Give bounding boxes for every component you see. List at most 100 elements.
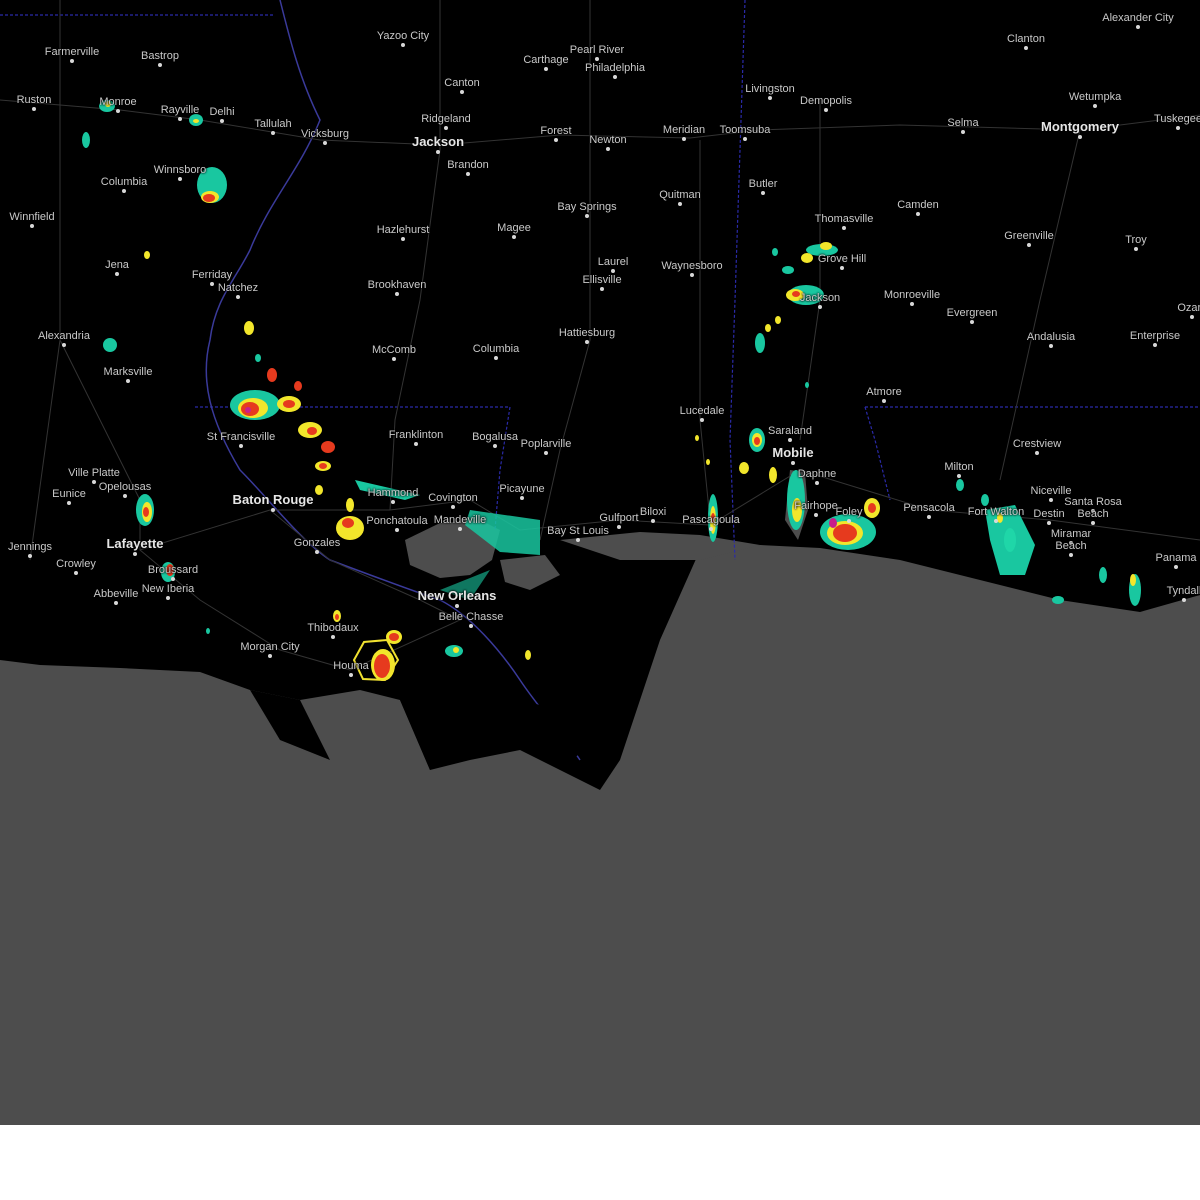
city-label: Natchez [217, 282, 259, 294]
city-label: New Iberia [141, 583, 195, 595]
city-marker [791, 461, 795, 465]
city-label: Rayville [160, 104, 200, 116]
city-label: Butler [748, 178, 778, 190]
city-label: Carthage [523, 54, 569, 66]
city-marker [611, 269, 615, 273]
city-label: Jackson [799, 292, 841, 304]
city-label: Greenville [1004, 230, 1054, 242]
city-marker [520, 496, 524, 500]
city-marker [761, 191, 765, 195]
city-marker [970, 320, 974, 324]
city-label: Bay St Louis [547, 525, 609, 537]
city-marker [92, 480, 96, 484]
city-label: Gulfport [599, 512, 639, 524]
radar-map[interactable]: Farmerville Bastrop Yazoo City Carthage Pear… [0, 0, 1200, 1125]
city-marker [788, 438, 792, 442]
city-label: Alexander City [1102, 12, 1174, 24]
city-label: Thibodaux [307, 622, 359, 634]
city-label: Columbia [100, 176, 148, 188]
city-marker [458, 527, 462, 531]
city-marker [494, 356, 498, 360]
city-label: Baton Rouge [232, 492, 314, 507]
city-label: Fort Walton [967, 506, 1025, 518]
city-marker [171, 577, 175, 581]
city-marker [1047, 521, 1051, 525]
city-label: Selma [947, 117, 979, 129]
city-marker [1136, 25, 1140, 29]
city-marker [512, 235, 516, 239]
city-marker [576, 538, 580, 542]
city-marker [1035, 451, 1039, 455]
city-marker [62, 343, 66, 347]
city-label: Thomasville [814, 213, 874, 225]
city-label: Ozark [1177, 302, 1200, 314]
city-label: Monroeville [883, 289, 941, 301]
city-marker [391, 500, 395, 504]
city-marker [178, 177, 182, 181]
city-marker [1049, 344, 1053, 348]
city-label: Hazlehurst [376, 224, 430, 236]
city-marker [1049, 498, 1053, 502]
city-label: Fairhope [794, 500, 838, 512]
city-marker [847, 519, 851, 523]
city-marker [436, 150, 440, 154]
city-marker [1190, 315, 1194, 319]
city-label: Biloxi [639, 506, 667, 518]
city-label: Poplarville [520, 438, 572, 450]
city-label: Vicksburg [300, 128, 350, 140]
city-marker [74, 571, 78, 575]
city-label: Lafayette [106, 536, 164, 551]
city-marker [414, 442, 418, 446]
city-label: Destin [1033, 508, 1065, 520]
city-marker [178, 117, 182, 121]
city-marker [1069, 553, 1073, 557]
city-marker [123, 494, 127, 498]
city-label: Foley [835, 506, 863, 518]
city-label: Magee [497, 222, 531, 234]
city-marker [585, 214, 589, 218]
city-label: Beach [1055, 540, 1087, 552]
city-marker [401, 43, 405, 47]
lake-borgne [500, 555, 560, 590]
city-marker [1027, 243, 1031, 247]
city-marker [585, 340, 589, 344]
city-marker [158, 63, 162, 67]
city-label: Mandeville [433, 514, 487, 526]
city-marker [554, 138, 558, 142]
city-label: Forest [540, 125, 572, 137]
city-marker [743, 137, 747, 141]
city-marker [1182, 598, 1186, 602]
city-label: Mobile [772, 445, 814, 460]
city-label: New Orleans [417, 588, 497, 603]
city-marker [126, 379, 130, 383]
city-label: Saraland [767, 425, 813, 437]
city-label: Panama [1155, 552, 1197, 564]
city-marker [544, 451, 548, 455]
city-label: Ferriday [191, 269, 233, 281]
city-marker [392, 357, 396, 361]
city-label: Wetumpka [1068, 91, 1122, 103]
city-label: Pensacola [903, 502, 955, 514]
city-label: Toomsuba [719, 124, 771, 136]
footer-blank-area [0, 1125, 1200, 1200]
city-label: Livingston [745, 83, 795, 95]
city-marker [613, 75, 617, 79]
city-label: Daphne [797, 468, 837, 480]
city-label: Alexandria [38, 330, 90, 342]
city-marker [1093, 104, 1097, 108]
city-marker [30, 224, 34, 228]
city-label: Farmerville [44, 46, 100, 58]
city-marker [1176, 126, 1180, 130]
city-label: Marksville [103, 366, 153, 378]
city-marker [469, 624, 473, 628]
city-label: Broussard [147, 564, 199, 576]
city-marker [451, 505, 455, 509]
city-marker [1078, 135, 1082, 139]
city-label: McComb [371, 344, 417, 356]
city-label: Evergreen [946, 307, 998, 319]
city-label: Ville Platte [68, 467, 120, 479]
city-marker [824, 108, 828, 112]
city-label: Camden [897, 199, 939, 211]
city-marker [122, 189, 126, 193]
city-marker [114, 601, 118, 605]
